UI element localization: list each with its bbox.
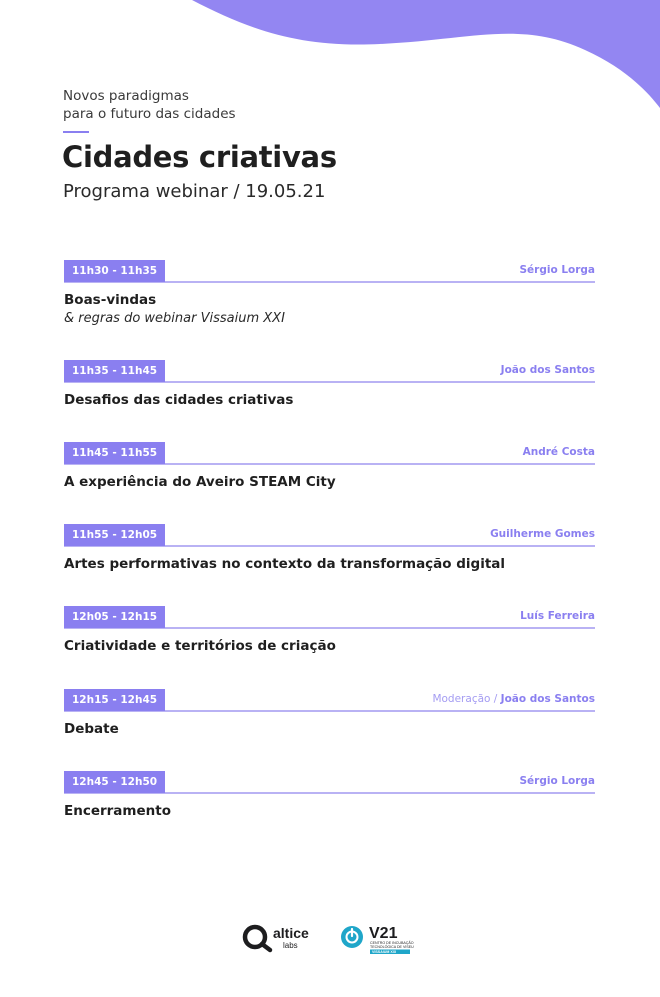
v21-tag: VISSAIUM XXI (372, 950, 396, 954)
partner-logos: altice labs V21 CENTRO DE INCUBAÇÃO TECN… (242, 924, 414, 954)
v21-wordmark: V21 (369, 925, 398, 942)
accent-divider (63, 131, 89, 133)
speaker-name: Sérgio Lorga (519, 775, 595, 787)
footer-logos: altice labs V21 CENTRO DE INCUBAÇÃO TECN… (240, 920, 430, 960)
talk-title: Desafios das cidades criativas (64, 392, 294, 408)
agenda-item: 12h45 - 12h50 Sérgio Lorga Encerramento (64, 771, 595, 819)
talk-title: Debate (64, 721, 119, 737)
talk-title: Boas-vindas (64, 292, 157, 308)
talk-subtitle: & regras do webinar Vissaium XXI (64, 311, 285, 326)
talk-title: Artes performativas no contexto da trans… (64, 556, 506, 572)
moderator-name: João dos Santos (500, 693, 595, 705)
agenda-bar: 12h05 - 12h15 Luís Ferreira (64, 606, 595, 629)
speaker-name: Luís Ferreira (520, 610, 595, 622)
page-subtitle: Programa webinar / 19.05.21 (63, 181, 326, 202)
time-badge: 11h45 - 11h55 (64, 442, 166, 464)
page-title: Cidades criativas (62, 140, 337, 174)
speaker-name: Moderação / João dos Santos (432, 693, 595, 705)
speaker-name: Guilherme Gomes (490, 528, 595, 540)
agenda-item: 11h45 - 11h55 André Costa A experiência … (64, 442, 595, 490)
talk-title: Criatividade e territórios de criação (64, 638, 336, 654)
time-badge: 12h05 - 12h15 (64, 606, 166, 628)
agenda-bar: 11h35 - 11h45 João dos Santos (64, 360, 595, 383)
kicker: Novos paradigmas para o futuro das cidad… (63, 87, 236, 123)
agenda-item: 12h15 - 12h45 Moderação / João dos Santo… (64, 689, 595, 737)
time-badge: 11h30 - 11h35 (64, 260, 166, 282)
altice-logo-icon (242, 924, 273, 953)
agenda-bar: 11h45 - 11h55 André Costa (64, 442, 595, 465)
v21-description-line-2: TECNOLÓGICA DE VISEU (370, 944, 414, 949)
agenda-bar: 11h55 - 12h05 Guilherme Gomes (64, 524, 595, 547)
time-badge: 11h55 - 12h05 (64, 524, 166, 546)
agenda-item: 11h30 - 11h35 Sérgio Lorga Boas-vindas &… (64, 260, 595, 326)
agenda-bar: 11h30 - 11h35 Sérgio Lorga (64, 260, 595, 283)
agenda-bar: 12h15 - 12h45 Moderação / João dos Santo… (64, 689, 595, 712)
v21-power-icon (341, 926, 363, 948)
altice-wordmark: altice (273, 925, 309, 941)
agenda-bar: 12h45 - 12h50 Sérgio Lorga (64, 771, 595, 794)
time-badge: 11h35 - 11h45 (64, 360, 166, 382)
time-badge: 12h15 - 12h45 (64, 689, 166, 711)
kicker-line-1: Novos paradigmas (63, 88, 189, 104)
time-badge: 12h45 - 12h50 (64, 771, 166, 793)
speaker-name: João dos Santos (500, 364, 595, 376)
agenda-item: 11h35 - 11h45 João dos Santos Desafios d… (64, 360, 595, 408)
kicker-line-2: para o futuro das cidades (63, 106, 236, 122)
altice-sublabel: labs (283, 941, 298, 950)
speaker-name: Sérgio Lorga (519, 264, 595, 276)
agenda-item: 12h05 - 12h15 Luís Ferreira Criatividade… (64, 606, 595, 654)
moderation-label: Moderação / (432, 693, 501, 705)
agenda-item: 11h55 - 12h05 Guilherme Gomes Artes perf… (64, 524, 595, 572)
talk-title: Encerramento (64, 803, 171, 819)
talk-title: A experiência do Aveiro STEAM City (64, 474, 336, 490)
speaker-name: André Costa (522, 446, 595, 458)
